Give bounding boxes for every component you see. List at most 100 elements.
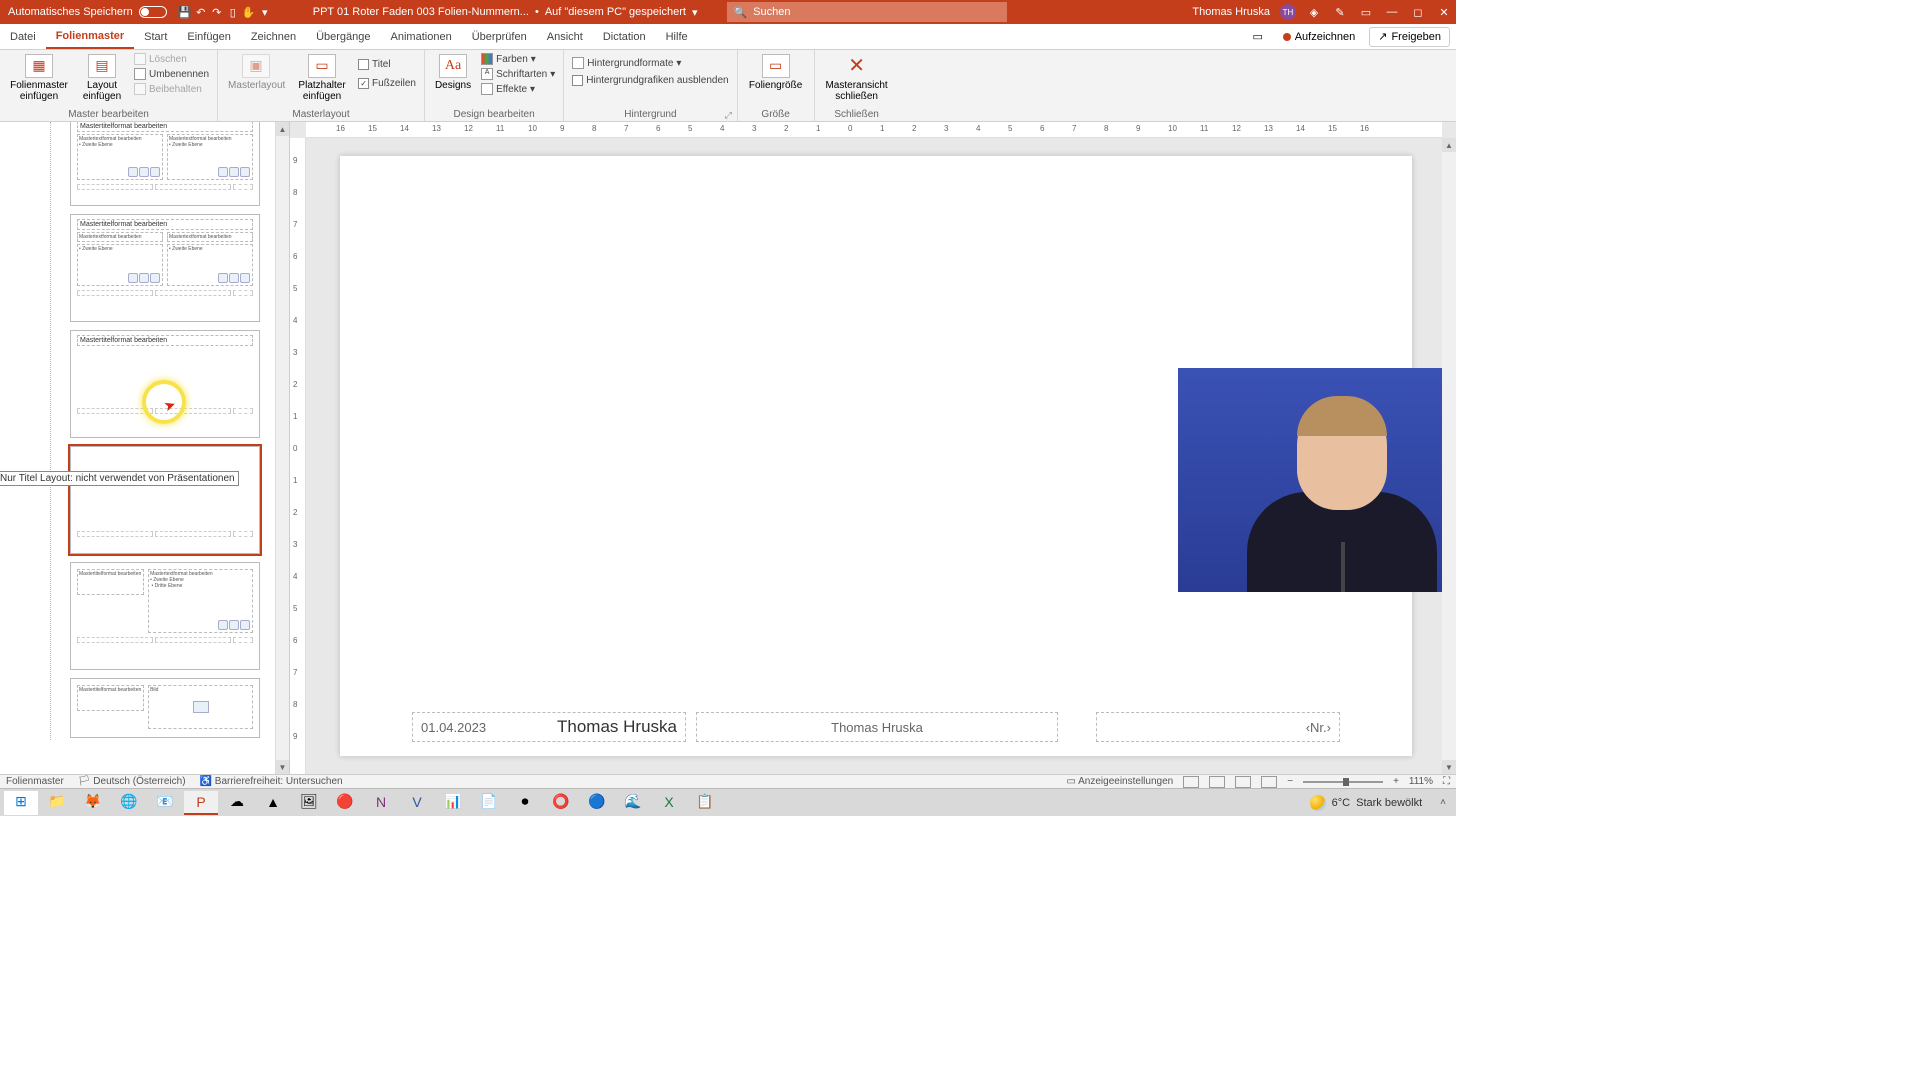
- effects-dropdown[interactable]: Effekte▾: [479, 82, 557, 96]
- title-checkbox[interactable]: Titel: [356, 58, 418, 71]
- scroll-up-icon[interactable]: ▲: [276, 122, 289, 136]
- tab-ansicht[interactable]: Ansicht: [537, 24, 593, 49]
- rename-layout-button[interactable]: Umbenennen: [132, 67, 211, 81]
- taskbar-app[interactable]: 🔵: [580, 791, 614, 815]
- close-master-view-button[interactable]: ✕ Masteransicht schließen: [821, 52, 893, 104]
- autosave-toggle[interactable]: Automatisches Speichern: [8, 6, 167, 18]
- save-icon[interactable]: 💾: [177, 4, 193, 20]
- touch-mode-icon[interactable]: ✋: [241, 4, 257, 20]
- thumbnail-scrollbar[interactable]: ▲ ▼: [275, 122, 289, 774]
- normal-view-button[interactable]: [1183, 776, 1199, 788]
- footers-checkbox[interactable]: ✓Fußzeilen: [356, 77, 418, 90]
- layout-thumbnail[interactable]: Mastertitelformat bearbeiten Bild: [70, 678, 260, 738]
- date-placeholder[interactable]: 01.04.2023 Thomas Hruska: [412, 712, 686, 742]
- redo-icon[interactable]: ↷: [209, 4, 225, 20]
- preserve-master-button[interactable]: Beibehalten: [132, 82, 211, 96]
- master-layout-button[interactable]: ▣ Masterlayout: [224, 52, 288, 93]
- taskbar-visio[interactable]: V: [400, 791, 434, 815]
- user-avatar[interactable]: TH: [1280, 4, 1296, 20]
- share-button[interactable]: ↗Freigeben: [1369, 27, 1450, 47]
- tab-dictation[interactable]: Dictation: [593, 24, 656, 49]
- fonts-dropdown[interactable]: ASchriftarten▾: [479, 67, 557, 81]
- start-button[interactable]: ⊞: [4, 791, 38, 815]
- tab-hilfe[interactable]: Hilfe: [656, 24, 698, 49]
- chevron-down-icon[interactable]: ▾: [692, 6, 698, 19]
- taskbar-app[interactable]: 🔴: [328, 791, 362, 815]
- reading-view-button[interactable]: [1235, 776, 1251, 788]
- taskbar-weather[interactable]: 6°C Stark bewölkt: [1300, 795, 1433, 811]
- minimize-icon[interactable]: —: [1384, 4, 1400, 20]
- scroll-down-icon[interactable]: ▼: [276, 760, 289, 774]
- system-tray[interactable]: ˄: [1434, 797, 1452, 808]
- taskbar-explorer[interactable]: 📁: [40, 791, 74, 815]
- tray-chevron-icon[interactable]: ˄: [1440, 797, 1446, 808]
- status-language[interactable]: 🏳 Deutsch (Österreich): [78, 776, 186, 787]
- zoom-out-button[interactable]: −: [1287, 776, 1293, 787]
- ribbon-options-icon[interactable]: ▭: [1358, 4, 1374, 20]
- taskbar-chrome[interactable]: 🌐: [112, 791, 146, 815]
- privacy-icon[interactable]: ✎: [1332, 4, 1348, 20]
- taskbar-onenote[interactable]: N: [364, 791, 398, 815]
- taskbar-excel[interactable]: X: [652, 791, 686, 815]
- fit-to-window-button[interactable]: ⛶: [1443, 776, 1450, 787]
- maximize-icon[interactable]: ◻: [1410, 4, 1426, 20]
- tab-datei[interactable]: Datei: [0, 24, 46, 49]
- undo-icon[interactable]: ↶: [193, 4, 209, 20]
- colors-dropdown[interactable]: Farben▾: [479, 52, 557, 66]
- taskbar-outlook[interactable]: 📧: [148, 791, 182, 815]
- taskbar-powerpoint[interactable]: P: [184, 791, 218, 815]
- scroll-down-icon[interactable]: ▼: [1442, 760, 1456, 774]
- taskbar-app[interactable]: 📄: [472, 791, 506, 815]
- qat-more-icon[interactable]: ▾: [257, 4, 273, 20]
- taskbar-vlc[interactable]: ▲: [256, 791, 290, 815]
- canvas-scrollbar[interactable]: ▲ ▼: [1442, 138, 1456, 774]
- zoom-slider[interactable]: [1303, 781, 1383, 783]
- coming-soon-icon[interactable]: ◈: [1306, 4, 1322, 20]
- tab-start[interactable]: Start: [134, 24, 177, 49]
- close-icon[interactable]: ✕: [1436, 4, 1452, 20]
- taskbar-app[interactable]: 📋: [688, 791, 722, 815]
- toggle-switch-icon[interactable]: [139, 6, 167, 18]
- zoom-in-button[interactable]: +: [1393, 776, 1399, 787]
- user-name[interactable]: Thomas Hruska: [1192, 6, 1270, 18]
- tab-ueberpruefen[interactable]: Überprüfen: [462, 24, 537, 49]
- insert-slide-master-button[interactable]: ▦ Folienmaster einfügen: [6, 52, 72, 104]
- slide-number-placeholder[interactable]: ‹Nr.›: [1096, 712, 1340, 742]
- background-styles-dropdown[interactable]: Hintergrundformate▾: [570, 56, 730, 70]
- hide-bg-graphics-checkbox[interactable]: Hintergrundgrafiken ausblenden: [570, 74, 730, 87]
- tab-zeichnen[interactable]: Zeichnen: [241, 24, 306, 49]
- footer-placeholder[interactable]: Thomas Hruska: [696, 712, 1058, 742]
- tab-folienmaster[interactable]: Folienmaster: [46, 24, 134, 49]
- status-view[interactable]: Folienmaster: [6, 776, 64, 787]
- themes-button[interactable]: Aa Designs: [431, 52, 475, 93]
- slideshow-view-button[interactable]: [1261, 776, 1277, 788]
- dialog-launcher-icon[interactable]: ⤢: [725, 110, 735, 120]
- layout-thumbnail[interactable]: Mastertitelformat bearbeiten Mastertextf…: [70, 214, 260, 322]
- taskbar-obs[interactable]: ⏺: [508, 791, 542, 815]
- taskbar-firefox[interactable]: 🦊: [76, 791, 110, 815]
- document-title[interactable]: PPT 01 Roter Faden 003 Folien-Nummern...…: [313, 6, 698, 19]
- scroll-up-icon[interactable]: ▲: [1442, 138, 1456, 152]
- tab-einfuegen[interactable]: Einfügen: [177, 24, 240, 49]
- layout-thumbnail-selected[interactable]: [70, 446, 260, 554]
- zoom-level[interactable]: 111%: [1409, 776, 1433, 787]
- layout-thumbnail[interactable]: Mastertitelformat bearbeiten: [70, 330, 260, 438]
- sorter-view-button[interactable]: [1209, 776, 1225, 788]
- insert-layout-button[interactable]: ▤ Layout einfügen: [76, 52, 128, 104]
- taskbar-app[interactable]: 📊: [436, 791, 470, 815]
- taskbar-edge[interactable]: 🌊: [616, 791, 650, 815]
- collapse-ribbon-button[interactable]: ▭: [1247, 27, 1269, 47]
- layout-thumbnail[interactable]: Mastertitelformat bearbeiten Mastertextf…: [70, 122, 260, 206]
- slide-size-button[interactable]: ▭ Foliengröße: [744, 52, 808, 93]
- present-from-start-icon[interactable]: ▯: [225, 4, 241, 20]
- insert-placeholder-button[interactable]: ▭ Platzhalter einfügen: [292, 52, 352, 104]
- record-button[interactable]: Aufzeichnen: [1275, 27, 1364, 47]
- taskbar-app[interactable]: 🖼: [292, 791, 326, 815]
- taskbar-app[interactable]: ☁: [220, 791, 254, 815]
- tab-uebergaenge[interactable]: Übergänge: [306, 24, 380, 49]
- status-accessibility[interactable]: ♿ Barrierefreiheit: Untersuchen: [200, 776, 343, 787]
- taskbar-app[interactable]: ⭕: [544, 791, 578, 815]
- tab-animationen[interactable]: Animationen: [381, 24, 462, 49]
- delete-layout-button[interactable]: Löschen: [132, 52, 211, 66]
- search-box[interactable]: 🔍: [727, 2, 1007, 22]
